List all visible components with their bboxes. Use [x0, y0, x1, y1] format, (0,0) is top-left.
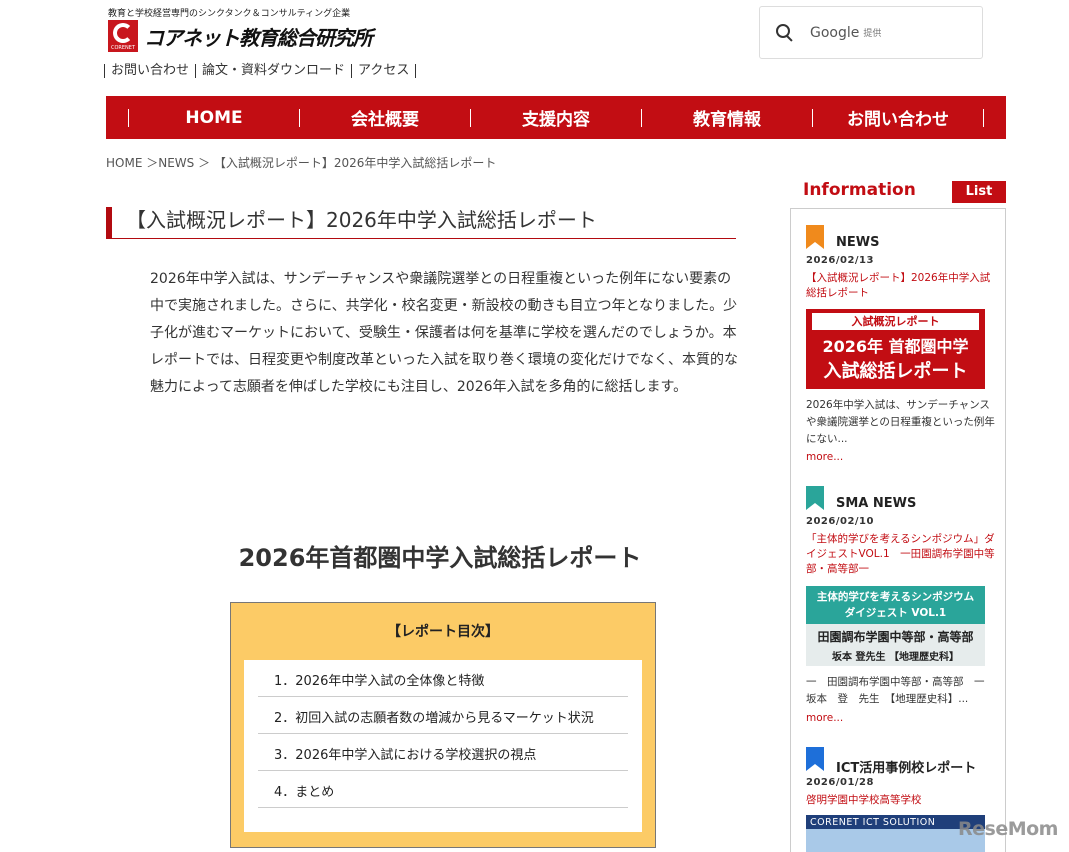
bookmark-flag-icon: [806, 486, 824, 510]
report-title: 2026年首都圏中学入試総括レポート: [238, 544, 642, 572]
info-excerpt: 2026年中学入試は、サンデーチャンスや衆議院選挙との日程重複といった例年にない…: [806, 399, 995, 445]
page-title: 【入試概況レポート】2026年中学入試総括レポート: [106, 207, 736, 239]
breadcrumb[interactable]: HOME ＞NEWS ＞ 【入試概況レポート】2026年中学入試総括レポート: [106, 154, 496, 171]
more-link[interactable]: more...: [806, 451, 843, 463]
watermark-logo: ReseMom: [958, 818, 1058, 840]
nav-item-services[interactable]: 支援内容: [471, 105, 641, 130]
util-link-download[interactable]: 論文・資料ダウンロード: [195, 64, 351, 78]
bookmark-flag-icon: [806, 225, 824, 249]
sidebar-title: Information: [803, 180, 916, 200]
sidebar-list-button[interactable]: List: [952, 181, 1006, 203]
info-thumbnail[interactable]: 入試概況レポート 2026年 首都圏中学 入試総括レポート: [806, 309, 985, 389]
report-toc: 【レポート目次】 1．2026年中学入試の全体像と特徴 2．初回入試の志願者数の…: [230, 602, 656, 848]
thumb-line: 坂本 登先生 【地理歴史科】: [832, 652, 959, 663]
info-title-link[interactable]: 「主体的学びを考えるシンポジウム」ダイジェストVOL.1 一田園調布学園中等部・…: [806, 532, 996, 577]
toc-item[interactable]: 3．2026年中学入試における学校選択の視点: [258, 734, 628, 771]
info-date: 2026/02/10: [806, 516, 874, 527]
util-link-access[interactable]: アクセス: [351, 64, 417, 78]
info-category: NEWS: [836, 235, 880, 250]
toc-list: 1．2026年中学入試の全体像と特徴 2．初回入試の志願者数の増減から見るマーケ…: [244, 660, 642, 832]
utility-links: お問い合わせ 論文・資料ダウンロード アクセス: [104, 64, 417, 78]
bookmark-flag-icon: [806, 747, 824, 771]
info-excerpt: 一 田園調布学園中等部・高等部 一 坂本 登 先生 【地理歴史科】...: [806, 676, 995, 705]
logo-mark-icon: CORENET: [108, 20, 138, 52]
thumb-band: 主体的学びを考えるシンポジウム ダイジェスト VOL.1: [806, 586, 985, 624]
toc-item[interactable]: 4．まとめ: [258, 771, 628, 808]
info-title-link[interactable]: 啓明学園中学校高等学校: [806, 793, 996, 808]
site-logo[interactable]: CORENET コアネット教育総合研究所: [108, 20, 373, 52]
toc-heading: 【レポート目次】: [387, 624, 499, 640]
nav-item-education-info[interactable]: 教育情報: [642, 105, 812, 130]
toc-item[interactable]: 1．2026年中学入試の全体像と特徴: [258, 660, 628, 697]
header-tagline: 教育と学校経営専門のシンクタンク＆コンサルティング企業: [108, 9, 351, 19]
search-icon[interactable]: [776, 23, 794, 42]
info-date: 2026/02/13: [806, 255, 874, 266]
logo-sub-text: CORENET: [110, 45, 135, 51]
thumb-line: 2026年 首都圏中学: [822, 337, 969, 356]
thumb-line: 入試総括レポート: [823, 361, 968, 382]
intro-text: 2026年中学入試は、サンデーチャンスや衆議院選挙との日程重複といった例年にない…: [150, 271, 738, 395]
util-link-contact[interactable]: お問い合わせ: [104, 64, 195, 78]
search-provider-suffix: 提供: [863, 29, 882, 39]
info-category: SMA NEWS: [836, 496, 917, 511]
nav-item-home[interactable]: HOME: [129, 108, 299, 128]
toc-item[interactable]: 2．初回入試の志願者数の増減から見るマーケット状況: [258, 697, 628, 734]
main-nav: HOME 会社概要 支援内容 教育情報 お問い合わせ: [106, 96, 1006, 139]
info-date: 2026/01/28: [806, 777, 874, 788]
search-provider-label: Google: [810, 24, 860, 41]
more-link[interactable]: more...: [806, 712, 843, 724]
thumb-band: 入試概況レポート: [812, 313, 979, 330]
google-search-box[interactable]: Google 提供: [759, 6, 983, 59]
info-category: ICT活用事例校レポート: [836, 761, 977, 776]
thumb-line: 田園調布学園中等部・高等部: [817, 630, 974, 644]
info-thumbnail[interactable]: 主体的学びを考えるシンポジウム ダイジェスト VOL.1 田園調布学園中等部・高…: [806, 586, 985, 666]
logo-text: コアネット教育総合研究所: [144, 25, 373, 50]
nav-item-company[interactable]: 会社概要: [300, 105, 470, 130]
sidebar-info-box: NEWS 2026/02/13 【入試概況レポート】2026年中学入試総括レポー…: [790, 208, 1006, 852]
nav-item-contact[interactable]: お問い合わせ: [813, 105, 983, 130]
info-title-link[interactable]: 【入試概況レポート】2026年中学入試総括レポート: [806, 271, 996, 301]
